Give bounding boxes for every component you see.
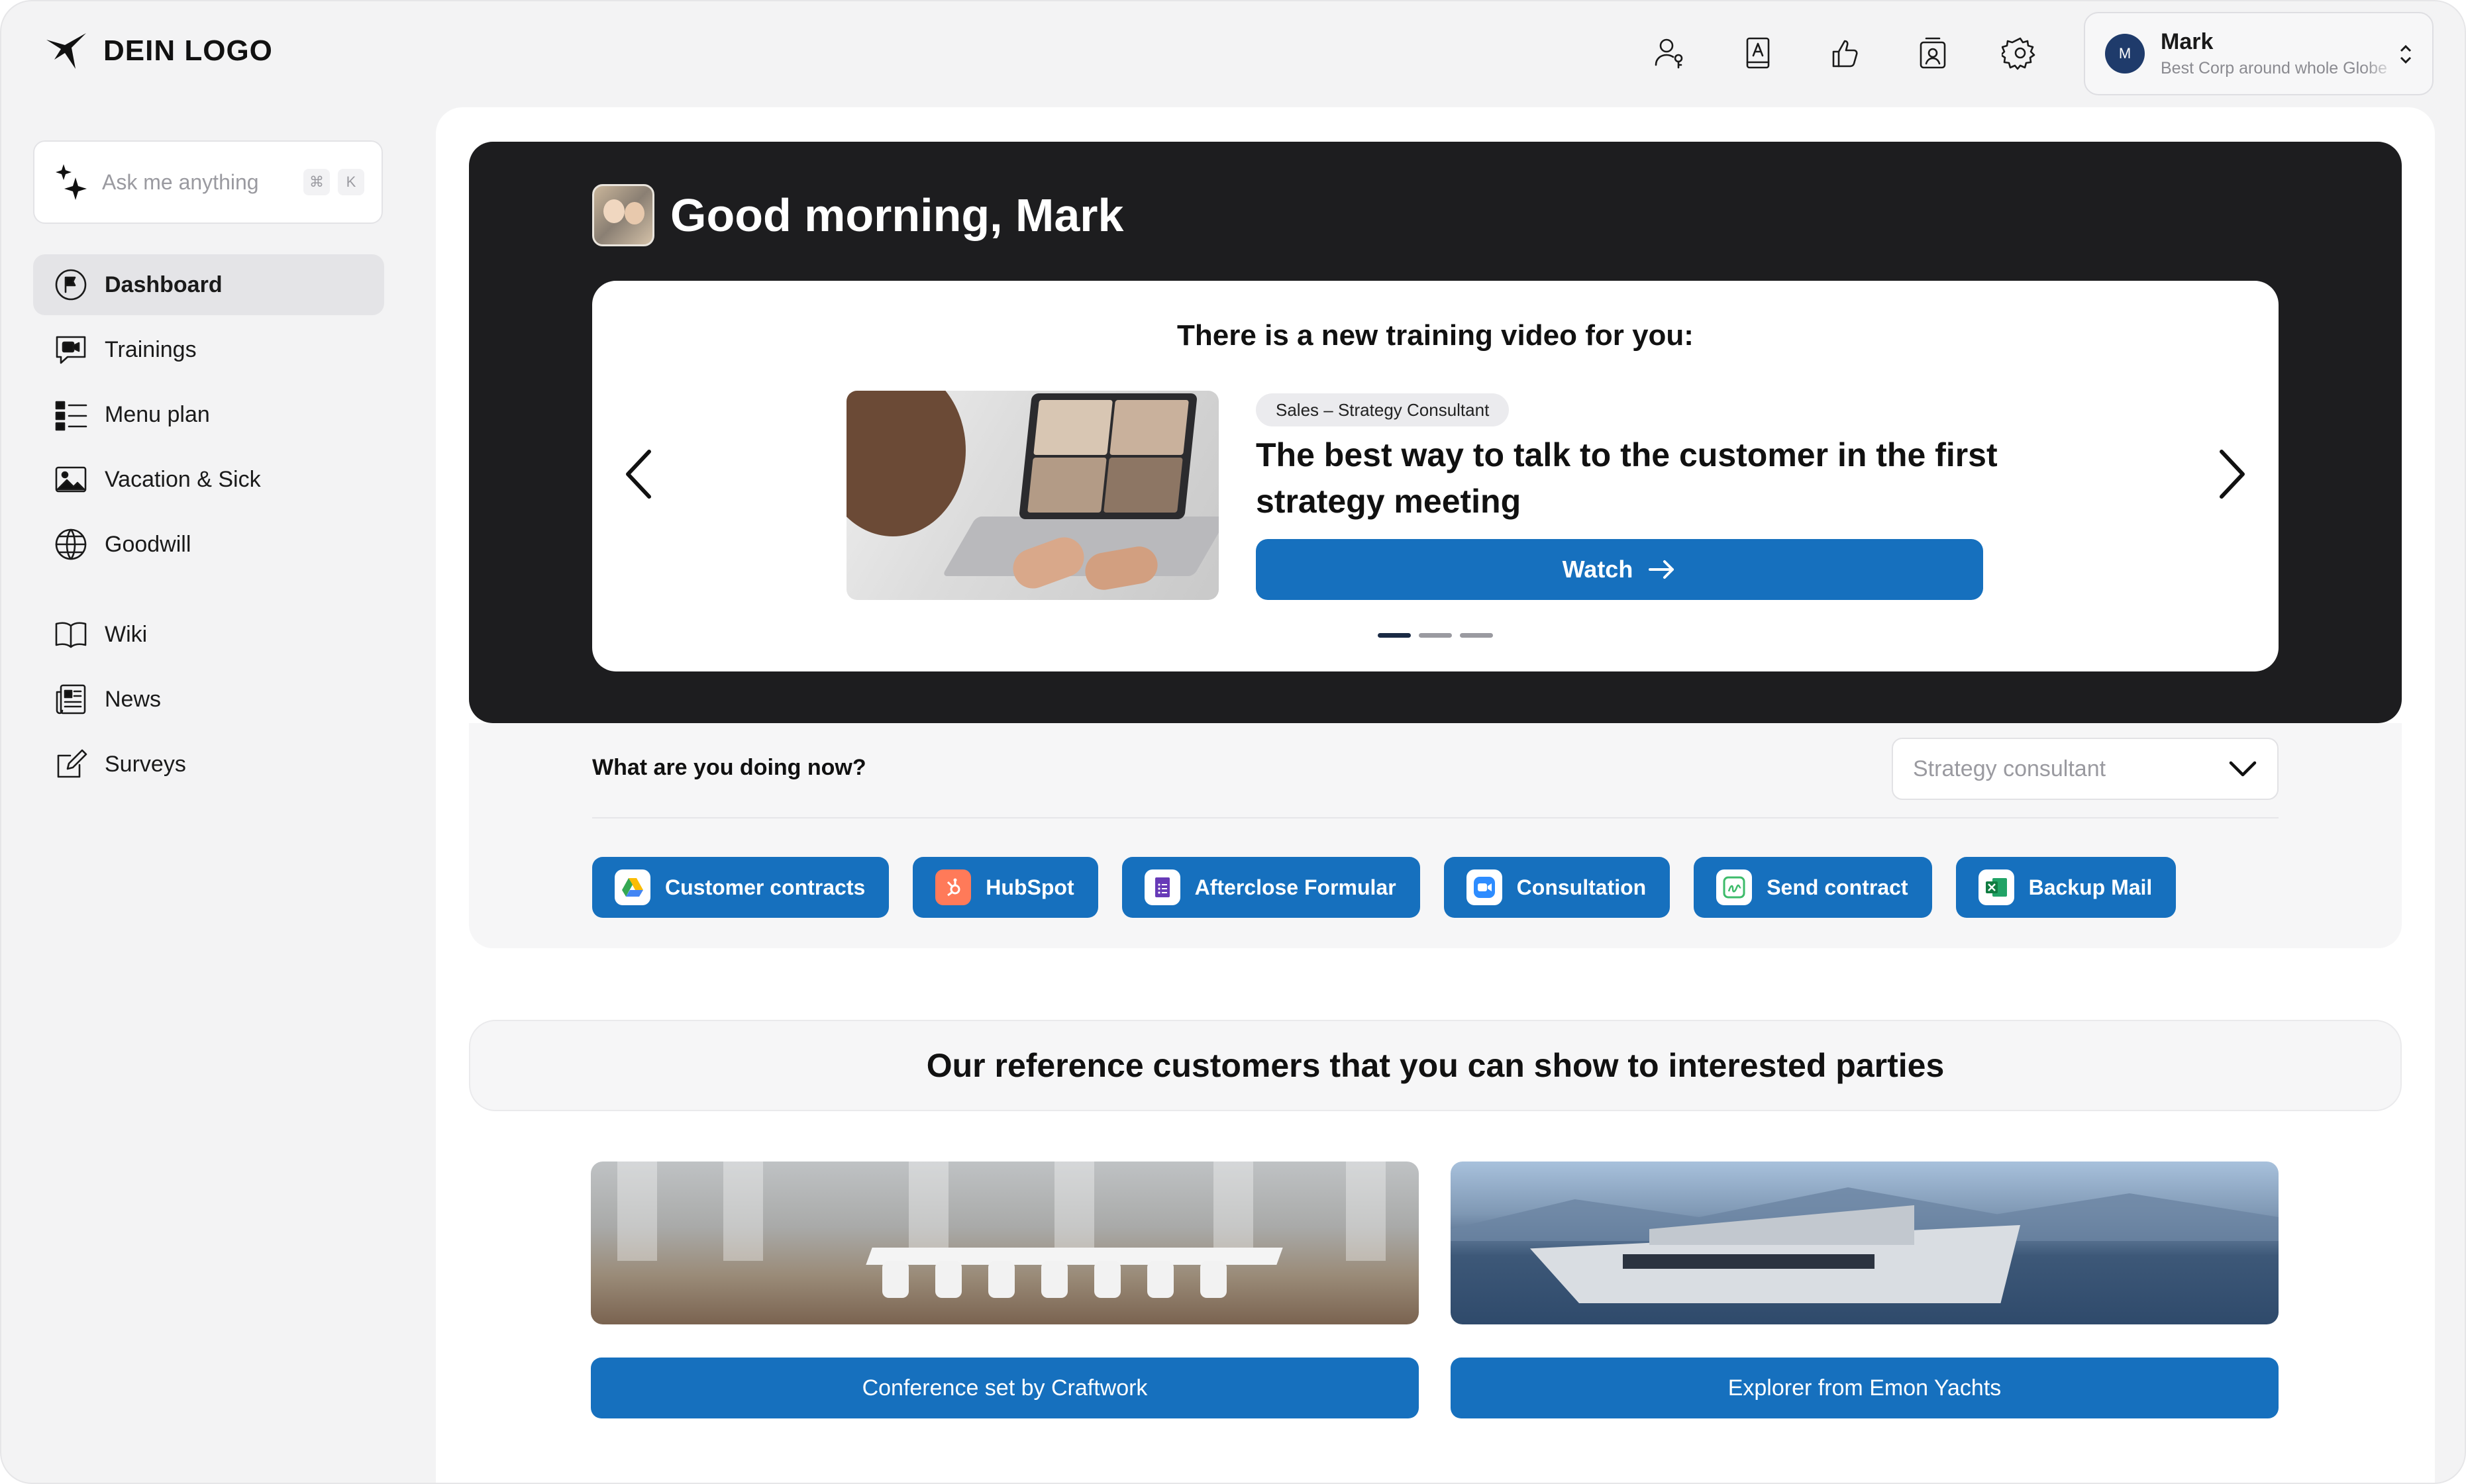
carousel-dot[interactable] (1460, 633, 1493, 638)
carousel-indicators (1378, 633, 1493, 638)
sidebar-item-label: Trainings (105, 336, 197, 362)
activity-label: What are you doing now? (592, 755, 866, 780)
sidebar-item-label: Vacation & Sick (105, 466, 261, 492)
contacts-book-icon[interactable] (1738, 29, 1778, 77)
app-frame: DEIN LOGO M Mark Best Corp around whole … (0, 0, 2466, 1484)
sidebar-item-label: Wiki (105, 621, 148, 647)
sidebar-nav-secondary: Wiki News Surveys (33, 604, 384, 795)
sidebar-item-label: Goodwill (105, 531, 191, 557)
forms-icon (1144, 869, 1180, 905)
hubspot-icon (935, 869, 972, 905)
chevron-right-icon (2220, 450, 2245, 499)
gear-icon[interactable] (2000, 29, 2040, 77)
activity-select[interactable]: Strategy consultant (1892, 738, 2279, 800)
sidebar-item-vacation-sick[interactable]: Vacation & Sick (33, 449, 384, 510)
chevron-left-icon (626, 450, 651, 499)
quick-link-label: Send contract (1767, 875, 1908, 899)
activity-selected-value: Strategy consultant (1913, 756, 2106, 781)
chevron-up-down-icon (2396, 42, 2415, 66)
reference-button-conference[interactable]: Conference set by Craftwork (591, 1358, 1419, 1418)
id-badge-icon[interactable] (1913, 29, 1953, 77)
quick-link-backup-mail[interactable]: Backup Mail (1955, 857, 2177, 918)
quick-link-label: Consultation (1516, 875, 1647, 899)
quick-link-consultation[interactable]: Consultation (1443, 857, 1670, 918)
reference-image-conference[interactable] (591, 1162, 1419, 1324)
sidebar-item-surveys[interactable]: Surveys (33, 734, 384, 795)
sidebar-item-label: Dashboard (105, 272, 223, 297)
book-icon (55, 622, 87, 648)
current-activity-panel: What are you doing now? Strategy consult… (469, 723, 2402, 948)
sidebar-item-news[interactable]: News (33, 669, 384, 730)
quick-link-hubspot[interactable]: HubSpot (913, 857, 1098, 918)
carousel-prev-button[interactable] (619, 446, 665, 506)
watch-button[interactable]: Watch (1256, 539, 1983, 600)
user-name: Mark (2161, 29, 2214, 54)
image-icon (55, 466, 87, 493)
sparkle-icon (56, 164, 87, 200)
carousel-next-button[interactable] (2212, 446, 2259, 506)
quick-link-customer-contracts[interactable]: Customer contracts (592, 857, 890, 918)
sidebar-item-label: News (105, 686, 162, 712)
video-category-tag: Sales – Strategy Consultant (1256, 393, 1510, 426)
sidebar-item-label: Surveys (105, 751, 186, 777)
newspaper-icon (56, 684, 86, 715)
video-call-icon (1466, 869, 1502, 905)
training-carousel: There is a new training video for you: S… (592, 281, 2279, 671)
carousel-dot[interactable] (1419, 633, 1452, 638)
sidebar-nav-main: Dashboard Trainings Menu plan Vacation &… (33, 254, 384, 575)
video-title: The best way to talk to the customer in … (1256, 436, 1998, 520)
carousel-title: There is a new training video for you: (1177, 319, 1694, 352)
ask-placeholder: Ask me anything (102, 170, 259, 194)
arrow-right-icon (1649, 560, 1674, 579)
ask-input[interactable]: Ask me anything ⌘ K (33, 140, 383, 224)
thumbs-up-icon[interactable] (1825, 29, 1865, 77)
logo-text: DEIN LOGO (103, 34, 273, 67)
k-key: K (338, 169, 364, 195)
quick-link-send-contract[interactable]: Send contract (1694, 857, 1932, 918)
sidebar-item-dashboard[interactable]: Dashboard (33, 254, 384, 315)
flag-circle-icon (55, 269, 87, 301)
main-content: Good morning, Mark There is a new traini… (436, 107, 2435, 1483)
edit-square-icon (57, 749, 87, 778)
chevron-down-icon (2229, 761, 2257, 777)
sidebar-item-trainings[interactable]: Trainings (33, 319, 384, 380)
hero-section: Good morning, Mark There is a new traini… (469, 142, 2402, 723)
reference-image-yacht[interactable] (1451, 1162, 2279, 1324)
reference-button-yacht[interactable]: Explorer from Emon Yachts (1451, 1358, 2279, 1418)
video-thumbnail[interactable] (847, 391, 1219, 600)
google-drive-icon (615, 869, 650, 905)
globe-icon (55, 528, 87, 560)
user-switcher[interactable]: M Mark Best Corp around whole Globe (2084, 12, 2434, 95)
user-photo (592, 184, 654, 246)
divider (592, 817, 2279, 818)
sign-icon (1716, 869, 1753, 905)
quick-link-label: Customer contracts (665, 875, 866, 899)
logo[interactable]: DEIN LOGO (45, 30, 273, 72)
bird-logo-icon (46, 33, 86, 69)
avatar: M (2105, 34, 2145, 74)
shortcut-hint: ⌘ K (303, 169, 364, 195)
reference-heading: Our reference customers that you can sho… (469, 1020, 2402, 1111)
sidebar-item-goodwill[interactable]: Goodwill (33, 514, 384, 575)
sidebar-item-wiki[interactable]: Wiki (33, 604, 384, 665)
video-chat-icon (56, 336, 86, 364)
carousel-dot[interactable] (1378, 633, 1411, 638)
user-info: Mark Best Corp around whole Globe (2161, 29, 2399, 78)
sidebar-item-label: Menu plan (105, 401, 210, 427)
sidebar-item-menu-plan[interactable]: Menu plan (33, 384, 384, 445)
quick-link-label: Afterclose Formular (1194, 875, 1396, 899)
list-icon (55, 401, 87, 431)
user-key-icon[interactable] (1651, 29, 1690, 77)
quick-links: Customer contracts HubSpot Afterclose Fo… (592, 857, 2177, 918)
quick-link-label: HubSpot (986, 875, 1074, 899)
cmd-key: ⌘ (303, 169, 330, 195)
watch-label: Watch (1562, 556, 1633, 583)
header-actions (1651, 29, 2040, 77)
excel-icon (1978, 869, 2014, 905)
quick-link-afterclose-formular[interactable]: Afterclose Formular (1121, 857, 1420, 918)
quick-link-label: Backup Mail (2028, 875, 2153, 899)
user-org: Best Corp around whole Globe (2161, 59, 2387, 77)
greeting-title: Good morning, Mark (670, 189, 1124, 241)
